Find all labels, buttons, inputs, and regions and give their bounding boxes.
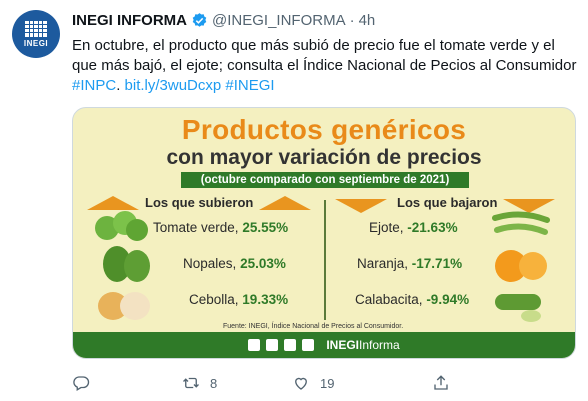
youtube-icon [302,339,315,351]
instagram-icon [266,339,279,351]
product-name: Cebolla, [189,292,239,307]
tweet-text: En octubre, el producto que más subió de… [72,37,577,94]
fell-row: Naranja, -17.71% [357,256,462,271]
share-button[interactable] [432,374,450,392]
tweet-header: INEGI INFORMA @INEGI_INFORMA · 4h [72,12,375,29]
tweet-actions: 8 19 [72,372,502,394]
orange-icon [495,250,547,282]
product-change: -9.94% [426,292,470,307]
infographic-footer: INEGIInforma [73,332,575,358]
facebook-icon [248,339,261,351]
tweet-body: En octubre, el producto que más subió de… [72,37,577,74]
column-divider [324,200,326,320]
product-name: Tomate verde, [153,220,239,235]
green-tomato-icon [95,211,148,241]
reply-icon [73,376,90,391]
separator: · [349,12,355,29]
rose-header: Los que subieron [145,195,254,210]
product-change: -21.63% [407,220,458,235]
reply-button[interactable] [72,374,182,392]
product-name: Nopales, [183,256,237,271]
product-name: Calabacita, [355,292,423,307]
fell-row: Ejote, -21.63% [369,220,458,235]
fell-row: Calabacita, -9.94% [355,292,469,307]
onion-icon [98,292,150,320]
product-change: 25.03% [240,256,286,271]
share-icon [434,375,448,390]
infographic-title: Productos genéricos [181,114,467,145]
infographic-image[interactable]: Productos genéricos con mayor variación … [72,107,576,359]
source-note: Fuente: INEGI, Índice Nacional de Precio… [223,323,404,330]
twitter-icon [284,339,297,351]
avatar[interactable]: INEGI [12,10,60,58]
rose-row: Tomate verde, 25.55% [153,220,288,235]
footer-brand: INEGIInforma [326,338,400,352]
infographic-title-line2: con mayor variación de precios [166,146,482,169]
tweet-time[interactable]: 4h [359,12,376,29]
zucchini-icon [495,294,541,322]
product-name: Ejote, [369,220,404,235]
product-name: Naranja, [357,256,409,271]
short-link[interactable]: bit.ly/3wuDcxp [125,77,222,94]
product-change: 25.55% [242,220,289,235]
retweet-count: 8 [210,375,218,391]
down-arrow-icon [335,199,387,213]
nopal-icon [103,246,150,282]
like-count: 19 [320,375,335,391]
retweet-button[interactable]: 8 [182,374,292,392]
avatar-label: INEGI [23,38,49,48]
infographic-subtitle: (octubre comparado con septiembre de 202… [181,172,469,188]
verified-badge-icon [192,13,207,27]
up-arrow-icon [259,196,311,210]
heart-icon [295,377,307,390]
product-change: 19.33% [242,292,289,307]
inegi-logo-icon [25,20,47,37]
like-button[interactable]: 19 [292,374,432,392]
hashtag-inpc[interactable]: #INPC [72,77,116,94]
account-name[interactable]: INEGI INFORMA [72,12,187,29]
rose-row: Nopales, 25.03% [183,256,286,271]
retweet-icon [183,377,199,389]
product-change: -17.71% [411,256,463,271]
green-bean-icon [492,211,550,235]
account-handle[interactable]: @INEGI_INFORMA [212,12,346,29]
hashtag-inegi[interactable]: #INEGI [225,77,274,94]
rose-row: Cebolla, 19.33% [189,292,288,307]
fell-header: Los que bajaron [397,195,498,210]
